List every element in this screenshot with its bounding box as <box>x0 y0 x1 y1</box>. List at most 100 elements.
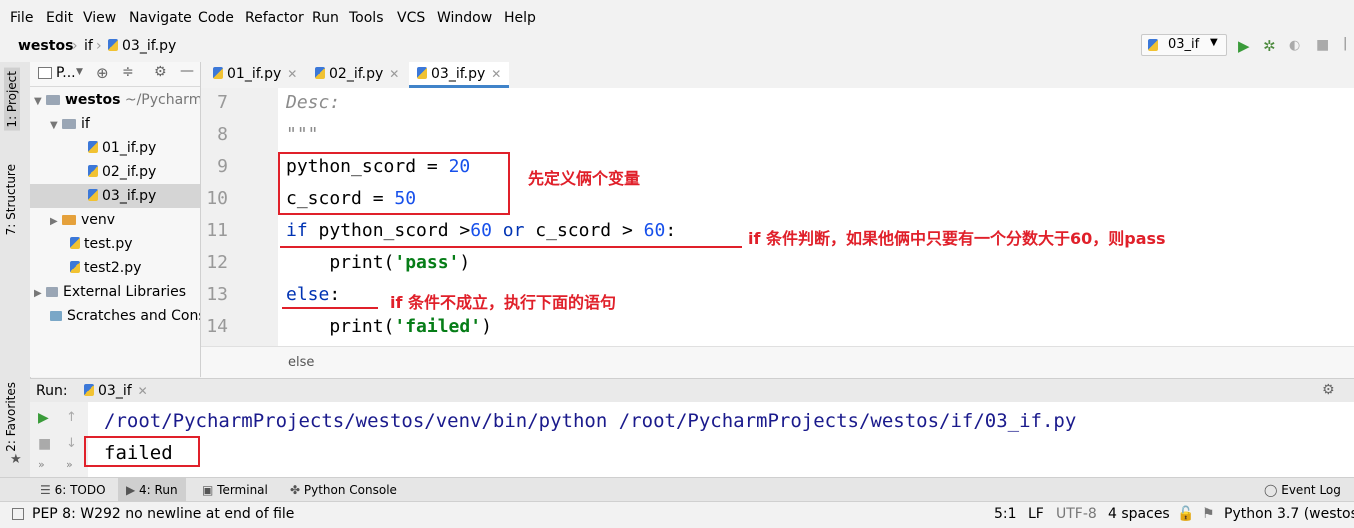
close-icon[interactable]: ✕ <box>138 384 148 398</box>
project-panel-header: P... ▼ ⊕ ≑ ⚙ — <box>30 62 200 87</box>
line-number: 13 <box>206 284 228 305</box>
menu-run[interactable]: Run <box>312 10 339 26</box>
tab-label: 02_if.py <box>329 66 384 82</box>
menu-edit[interactable]: Edit <box>46 10 73 26</box>
line-separator[interactable]: LF <box>1028 506 1044 522</box>
python-file-icon <box>88 141 98 153</box>
breadcrumb-project[interactable]: westos <box>18 38 73 54</box>
line-number: 14 <box>206 316 228 337</box>
code-breadcrumb[interactable]: else <box>288 355 314 370</box>
tab-project[interactable]: 1: Project <box>4 68 20 131</box>
collapse-icon[interactable]: ≑ <box>122 64 134 80</box>
tab-run[interactable]: ▶ 4: Run <box>118 478 186 502</box>
annotation-box-variables <box>278 152 510 215</box>
menu-window[interactable]: Window <box>437 10 492 26</box>
tab-label: 03_if.py <box>431 66 486 82</box>
menu-view[interactable]: View <box>83 10 116 26</box>
tree-file-test2[interactable]: test2.py <box>70 260 141 276</box>
annotation-note: if 条件判断，如果他俩中只要有一个分数大于60，则pass <box>748 229 1166 248</box>
close-icon[interactable]: ✕ <box>491 67 501 81</box>
code-token: python_scord > <box>307 220 471 241</box>
tab-terminal[interactable]: ▣ Terminal <box>202 483 268 497</box>
annotation-note: if 条件不成立，执行下面的语句 <box>390 293 617 312</box>
tab-event-log[interactable]: ◯ Event Log <box>1264 483 1341 497</box>
tree-external-libraries[interactable]: ▶ External Libraries <box>34 284 186 300</box>
run-configuration-select[interactable]: 03_if ▼ <box>1141 34 1227 56</box>
down-icon[interactable]: ↓ <box>66 436 77 451</box>
editor-tabs: 01_if.py ✕ 02_if.py ✕ 03_if.py ✕ <box>201 62 1354 89</box>
chevron-down-icon[interactable]: ▼ <box>76 67 83 77</box>
code-token: ) <box>481 316 492 337</box>
line-number: 9 <box>217 156 228 177</box>
indent-setting[interactable]: 4 spaces <box>1108 506 1170 522</box>
code-token: or <box>491 220 525 241</box>
project-panel: P... ▼ ⊕ ≑ ⚙ — ▼ westos ~/PycharmP ▼ if 01… <box>30 62 201 377</box>
tab-03-if[interactable]: 03_if.py ✕ <box>409 62 510 88</box>
run-console[interactable]: /root/PycharmProjects/westos/venv/bin/py… <box>88 402 1354 477</box>
close-icon[interactable]: ✕ <box>287 67 297 81</box>
menu-navigate[interactable]: Navigate <box>129 10 192 26</box>
inspection-icon[interactable]: ⚑ <box>1202 506 1215 522</box>
tree-folder-if[interactable]: ▼ if <box>50 116 90 132</box>
file-encoding[interactable]: UTF-8 <box>1056 506 1097 522</box>
breadcrumb-separator: › <box>72 38 78 54</box>
project-view-select[interactable]: P... <box>56 65 76 81</box>
menu-help[interactable]: Help <box>504 10 536 26</box>
line-number: 10 <box>206 188 228 209</box>
run-panel-header: Run: 03_if ✕ ⚙ <box>30 378 1354 403</box>
more-icon[interactable]: » <box>66 458 73 471</box>
tab-todo[interactable]: ☰ 6: TODO <box>40 483 106 497</box>
tree-file-03[interactable]: 03_if.py <box>88 188 156 204</box>
tree-scratches[interactable]: Scratches and Consc <box>50 308 201 324</box>
run-tab[interactable]: 03_if ✕ <box>84 383 148 399</box>
code-token: print( <box>286 252 395 273</box>
scratches-icon <box>50 311 62 321</box>
tree-file-01[interactable]: 01_if.py <box>88 140 156 156</box>
hide-icon[interactable]: — <box>180 63 194 79</box>
python-file-icon <box>213 67 223 79</box>
tree-file-02[interactable]: 02_if.py <box>88 164 156 180</box>
chevron-right-icon: ▶ <box>34 288 42 299</box>
menu-code[interactable]: Code <box>198 10 234 26</box>
library-icon <box>46 287 58 297</box>
breadcrumb-folder[interactable]: if <box>84 38 93 54</box>
tree-root[interactable]: ▼ westos ~/PycharmP <box>34 92 200 108</box>
rerun-icon[interactable]: ▶ <box>38 410 49 426</box>
tree-scratches-label: Scratches and Consc <box>67 308 201 324</box>
run-icon[interactable]: ▶ <box>1238 37 1250 55</box>
tab-python-console-label: Python Console <box>303 483 397 497</box>
tree-folder-venv[interactable]: ▶ venv <box>50 212 115 228</box>
locate-icon[interactable]: ⊕ <box>96 64 109 82</box>
menu-refactor[interactable]: Refactor <box>245 10 304 26</box>
caret-position[interactable]: 5:1 <box>994 506 1017 522</box>
more-icon[interactable]: | <box>1343 36 1347 51</box>
close-icon[interactable]: ✕ <box>389 67 399 81</box>
tab-structure[interactable]: 7: Structure <box>4 164 18 235</box>
coverage-icon[interactable]: ◐ <box>1289 38 1300 53</box>
chevron-down-icon: ▼ <box>1210 37 1218 48</box>
left-tool-strip: 1: Project 7: Structure 2: Favorites ★ <box>0 62 31 477</box>
stop-icon[interactable]: ■ <box>38 436 51 452</box>
tab-python-console[interactable]: ✤ Python Console <box>290 483 397 497</box>
gear-icon[interactable]: ⚙ <box>1322 382 1335 398</box>
stop-icon[interactable]: ■ <box>1316 37 1329 53</box>
line-number: 8 <box>217 124 228 145</box>
more-icon[interactable]: » <box>38 458 45 471</box>
up-icon[interactable]: ↑ <box>66 410 77 425</box>
python-file-icon <box>417 67 427 79</box>
menu-file[interactable]: File <box>10 10 33 26</box>
tab-favorites[interactable]: 2: Favorites <box>4 382 18 452</box>
menu-vcs[interactable]: VCS <box>397 10 425 26</box>
menu-tools[interactable]: Tools <box>349 10 384 26</box>
panel-toggle-icon[interactable] <box>12 508 24 520</box>
python-file-icon <box>88 165 98 177</box>
debug-icon[interactable]: ✲ <box>1263 37 1276 55</box>
gear-icon[interactable]: ⚙ <box>154 64 167 80</box>
tab-02-if[interactable]: 02_if.py ✕ <box>307 62 407 88</box>
tab-01-if[interactable]: 01_if.py ✕ <box>205 62 305 88</box>
python-file-icon <box>84 384 94 396</box>
breadcrumb-file[interactable]: 03_if.py <box>108 38 176 54</box>
lock-icon[interactable]: 🔓 <box>1177 506 1194 522</box>
interpreter[interactable]: Python 3.7 (westos <box>1224 506 1354 522</box>
tree-file-test[interactable]: test.py <box>70 236 133 252</box>
